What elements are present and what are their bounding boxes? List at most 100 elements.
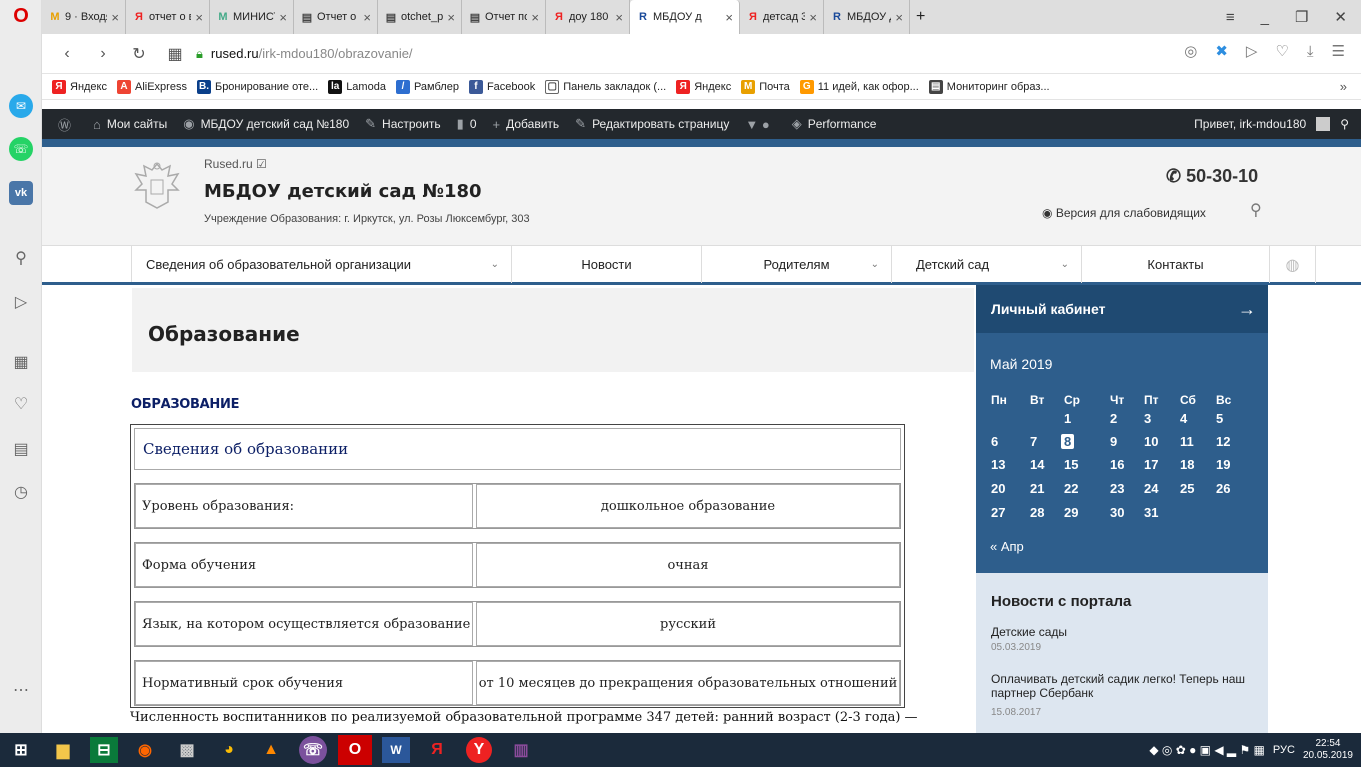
tab-close-icon[interactable]: × <box>809 10 817 25</box>
news-title[interactable]: Оплачивать детский садик легко! Теперь н… <box>991 672 1251 700</box>
wp-comments[interactable]: ▮ 0 <box>457 116 477 132</box>
winrar-icon[interactable]: ▥ <box>500 733 542 767</box>
calendar-day[interactable]: 2 <box>1110 411 1117 426</box>
calendar-day[interactable]: 17 <box>1144 457 1158 472</box>
restore-icon[interactable]: ❐ <box>1295 8 1308 26</box>
tab-item[interactable]: Яотчет о вы × <box>126 0 210 34</box>
calendar-day[interactable]: 18 <box>1180 457 1194 472</box>
calendar-day[interactable]: 14 <box>1030 457 1044 472</box>
wp-performance[interactable]: ◈ Performance <box>792 116 877 132</box>
calendar-day[interactable]: 20 <box>991 481 1005 496</box>
bookmark-item[interactable]: B. Бронирование оте... <box>196 79 318 94</box>
avatar[interactable] <box>1316 117 1331 131</box>
calendar-day[interactable]: 25 <box>1180 481 1194 496</box>
paint-icon[interactable]: ▩ <box>166 733 208 767</box>
tab-menu-icon[interactable]: ≡ <box>1226 9 1235 26</box>
calendar-day[interactable]: 22 <box>1064 481 1078 496</box>
bookmark-item[interactable]: ▤ Мониторинг образ... <box>928 79 1050 94</box>
back-icon[interactable]: ‹ <box>56 45 78 63</box>
tab-close-icon[interactable]: × <box>111 10 119 25</box>
calendar-day[interactable]: 27 <box>991 505 1005 520</box>
tab-item[interactable]: M МИНИСТЕ × <box>210 0 294 34</box>
wp-my-sites[interactable]: ⌂ Мои сайты <box>93 117 167 132</box>
calendar-prev-link[interactable]: « Апр <box>990 539 1024 554</box>
wp-seo-icon[interactable]: ▼ ● <box>745 117 775 132</box>
wp-add-new[interactable]: + Добавить <box>493 117 560 132</box>
bookmark-item[interactable]: ▢ Панель закладок (... <box>545 79 666 94</box>
minimize-icon[interactable]: _ <box>1261 9 1269 26</box>
opera-taskbar-icon[interactable]: O <box>338 735 372 765</box>
nav-item-info[interactable]: Сведения об образовательной организации ⌄ <box>132 246 512 283</box>
history-icon[interactable]: ◷ <box>9 480 33 504</box>
calendar-day[interactable]: 16 <box>1110 457 1124 472</box>
nav-item-news[interactable]: Новости <box>512 246 702 283</box>
url-field[interactable]: 🔒︎ rused.ru /irk-mdou180/obrazovanie/ <box>196 46 413 62</box>
globe-icon[interactable]: ◍ <box>1270 246 1316 283</box>
calendar-day[interactable]: 23 <box>1110 481 1124 496</box>
wp-greeting[interactable]: Привет, irk-mdou180 <box>1194 117 1306 131</box>
reload-icon[interactable]: ↻ <box>128 44 150 64</box>
bookmark-item[interactable]: / Рамблер <box>395 79 459 94</box>
phone-number[interactable]: ✆ 50-30-10 <box>1166 166 1258 187</box>
bookmark-item[interactable]: Я Яндекс <box>676 79 731 94</box>
bookmark-item[interactable]: G 11 идей, как офор... <box>799 79 919 94</box>
tab-close-icon[interactable]: × <box>531 10 539 25</box>
play-icon[interactable]: ▷ <box>1246 42 1258 60</box>
tab-item[interactable]: Ядетсад 33 × <box>740 0 824 34</box>
tab-close-icon[interactable]: × <box>895 10 903 25</box>
calendar-day[interactable]: 31 <box>1144 505 1158 520</box>
store-icon[interactable]: ⊟ <box>90 737 118 763</box>
send-icon[interactable]: ▷ <box>9 290 33 314</box>
word-icon[interactable]: W <box>382 737 410 763</box>
calendar-day[interactable]: 19 <box>1216 457 1230 472</box>
language-indicator[interactable]: РУС <box>1273 744 1295 756</box>
file-explorer-icon[interactable]: ▆ <box>42 733 84 767</box>
easy-setup-icon[interactable]: ☰ <box>1332 42 1345 60</box>
tab-item[interactable]: R МБДОУ Д × <box>824 0 910 34</box>
clock[interactable]: 22:54 20.05.2019 <box>1303 738 1353 762</box>
site-search-icon[interactable]: ⚲ <box>1250 200 1262 220</box>
calendar-day[interactable]: 30 <box>1110 505 1124 520</box>
new-tab-button[interactable]: + <box>910 0 931 34</box>
wp-edit-page[interactable]: ✎ Редактировать страницу <box>575 116 729 132</box>
yandex-icon[interactable]: Я <box>416 733 458 767</box>
tab-close-icon[interactable]: × <box>279 10 287 25</box>
vlc-icon[interactable]: ▲ <box>250 733 292 767</box>
tab-item[interactable]: ▤ Отчет по × <box>462 0 546 34</box>
heart-icon[interactable]: ♡ <box>9 392 33 416</box>
speed-dial-icon[interactable]: ▦ <box>9 350 33 374</box>
bookmark-item[interactable]: la Lamoda <box>328 79 386 94</box>
calendar-day[interactable]: 26 <box>1216 481 1230 496</box>
nav-item-contacts[interactable]: Контакты <box>1082 246 1270 283</box>
bookmark-item[interactable]: A AliExpress <box>117 79 187 94</box>
calendar-day[interactable]: 1 <box>1064 411 1071 426</box>
tab-item[interactable]: R МБДОУ д × <box>630 0 740 34</box>
calendar-day[interactable]: 4 <box>1180 411 1187 426</box>
calendar-day[interactable]: 15 <box>1064 457 1078 472</box>
accessibility-link[interactable]: ◉ Версия для слабовидящих <box>1042 206 1206 220</box>
calendar-day[interactable]: 5 <box>1216 411 1223 426</box>
calendar-day[interactable]: 24 <box>1144 481 1158 496</box>
vk-icon[interactable]: vk <box>9 181 33 205</box>
calendar-day[interactable]: 21 <box>1030 481 1044 496</box>
chrome-icon[interactable]: ◕ <box>208 733 250 767</box>
wordpress-logo-icon[interactable]: Ⓦ <box>58 115 77 134</box>
wp-search-icon[interactable]: ⚲ <box>1340 117 1349 131</box>
calendar-day[interactable]: 6 <box>991 434 998 449</box>
news-title[interactable]: Детские сады <box>991 625 1251 639</box>
firefox-icon[interactable]: ◉ <box>124 733 166 767</box>
tab-close-icon[interactable]: × <box>363 10 371 25</box>
calendar-day[interactable]: 3 <box>1144 411 1151 426</box>
forward-icon[interactable]: › <box>92 45 114 63</box>
bookmark-item[interactable]: f Facebook <box>468 79 535 94</box>
windows-start-icon[interactable]: ⊞ <box>0 733 42 767</box>
nav-item-parents[interactable]: Родителям ⌄ <box>702 246 892 283</box>
bookmark-item[interactable]: Я Яндекс <box>52 79 107 94</box>
calendar-day[interactable]: 11 <box>1180 434 1194 449</box>
rused-link[interactable]: Rused.ru ☑ <box>204 157 267 171</box>
bookmarks-more-icon[interactable]: » <box>1340 79 1347 94</box>
adblock-icon[interactable]: ✖ <box>1215 42 1228 60</box>
messenger-icon[interactable]: ✉ <box>9 94 33 118</box>
calendar-day[interactable]: 29 <box>1064 505 1078 520</box>
wp-site-name[interactable]: ◉ МБДОУ детский сад №180 <box>183 116 349 132</box>
